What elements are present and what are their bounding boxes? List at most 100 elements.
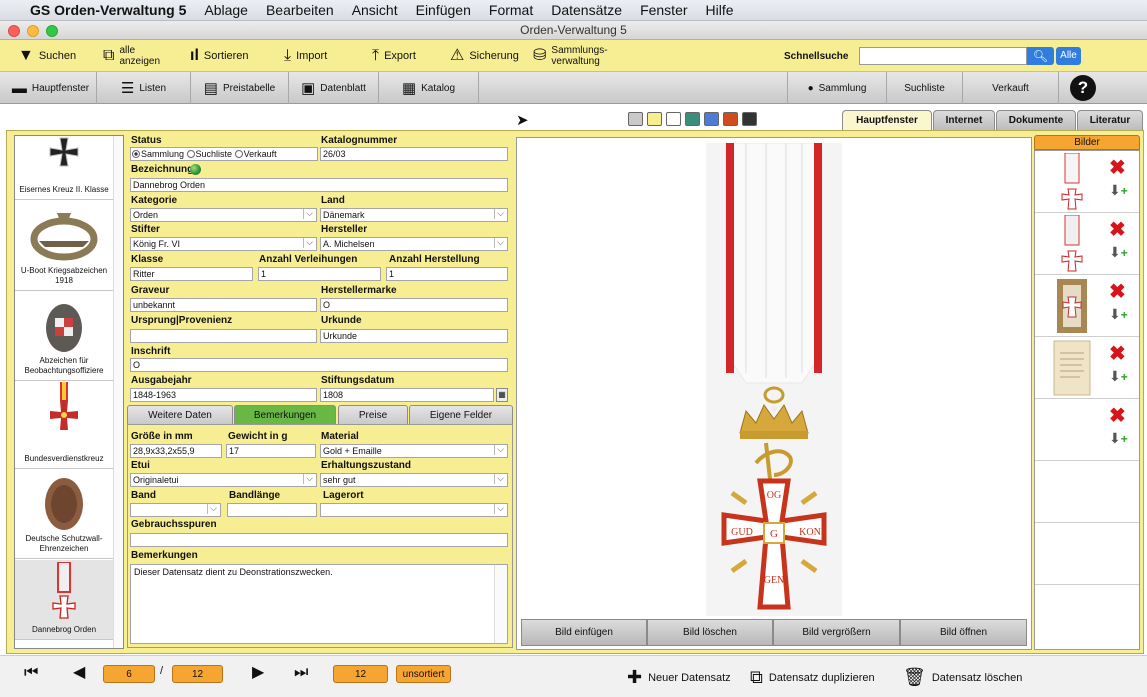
close-window-button[interactable]: [8, 25, 20, 37]
color-swatch-gray[interactable]: [628, 112, 643, 126]
delete-thumbnail-icon[interactable]: ✖: [1109, 158, 1126, 178]
search-button[interactable]: ▼ Suchen: [18, 40, 76, 72]
list-item[interactable]: Eisernes Kreuz II. Klasse: [15, 136, 113, 200]
engraver-field[interactable]: unbekannt: [130, 298, 317, 312]
list-item[interactable]: U-Boot Kriegsabzeichen 1918: [15, 201, 113, 291]
menu-app-name[interactable]: GS Orden-Verwaltung 5: [30, 2, 186, 18]
delete-thumbnail-icon[interactable]: ✖: [1109, 282, 1126, 302]
menu-einfuegen[interactable]: Einfügen: [416, 2, 471, 18]
download-add-icon[interactable]: ⬇+: [1109, 307, 1128, 322]
status-radio-searchlist[interactable]: Suchliste: [186, 149, 232, 159]
delete-image-button[interactable]: Bild löschen: [647, 619, 773, 646]
duplicate-record-button[interactable]: ⧉ Datensatz duplizieren: [750, 667, 875, 688]
collection-management-button[interactable]: ⛁ Sammlungs- verwaltung: [533, 40, 615, 72]
catalog-number-field[interactable]: 26/03: [320, 147, 508, 161]
tab-more-data[interactable]: Weitere Daten: [127, 405, 233, 425]
import-button[interactable]: ⤓ Import: [284, 40, 327, 72]
ribbon-select[interactable]: [130, 503, 221, 517]
all-button[interactable]: Alle: [1056, 47, 1081, 65]
search-icon[interactable]: 🔍︎: [1027, 47, 1054, 65]
maker-select[interactable]: A. Michelsen: [320, 237, 508, 251]
first-record-icon[interactable]: ⏮: [24, 664, 38, 682]
last-record-icon[interactable]: ⏭: [294, 664, 308, 682]
nav-datasheet[interactable]: ▣ Datenblatt: [289, 72, 379, 104]
class-field[interactable]: Ritter: [130, 267, 253, 281]
size-field[interactable]: 28,9x33,2x55,9: [130, 444, 222, 458]
new-record-button[interactable]: ✚ Neuer Datensatz: [627, 667, 731, 688]
show-all-button[interactable]: ⧉ alle anzeigen: [103, 40, 165, 72]
weight-field[interactable]: 17: [226, 444, 316, 458]
color-swatch-blue[interactable]: [704, 112, 719, 126]
status-radio-sold[interactable]: Verkauft: [234, 149, 277, 159]
color-swatch-yellow[interactable]: [647, 112, 662, 126]
calendar-icon[interactable]: ▦: [496, 388, 508, 402]
inscription-field[interactable]: O: [130, 358, 508, 372]
tab-prices[interactable]: Preise: [338, 405, 408, 425]
material-select[interactable]: Gold + Emaille: [320, 444, 508, 458]
record-list-scrollbar[interactable]: [113, 136, 123, 648]
storage-select[interactable]: [320, 503, 508, 517]
list-item-selected[interactable]: Dannebrog Orden: [15, 560, 113, 640]
previous-record-icon[interactable]: ◀: [73, 664, 85, 682]
tab-custom-fields[interactable]: Eigene Felder: [409, 405, 513, 425]
globe-icon[interactable]: [190, 164, 201, 175]
sort-button[interactable]: ıl Sortieren: [190, 40, 249, 72]
menu-fenster[interactable]: Fenster: [640, 2, 687, 18]
delete-record-button[interactable]: 🗑︎ Datensatz löschen: [903, 667, 1022, 688]
download-add-icon[interactable]: ⬇+: [1109, 245, 1128, 260]
list-item[interactable]: Bundesverdienstkreuz: [15, 382, 113, 469]
color-swatch-white[interactable]: [666, 112, 681, 126]
minimize-window-button[interactable]: [27, 25, 39, 37]
sort-status-button[interactable]: unsortiert: [396, 665, 451, 683]
download-add-icon[interactable]: ⬇+: [1109, 369, 1128, 384]
menu-ablage[interactable]: Ablage: [204, 2, 248, 18]
condition-select[interactable]: sehr gut: [320, 473, 508, 487]
thumbnail-item[interactable]: ✖ ⬇+: [1035, 151, 1139, 213]
nav-pricetable[interactable]: ▤ Preistabelle: [191, 72, 289, 104]
list-item[interactable]: Abzeichen für Beobachtungsoffiziere: [15, 292, 113, 381]
case-select[interactable]: Originaletui: [130, 473, 317, 487]
quicksearch-input[interactable]: [859, 47, 1027, 65]
color-swatch-red[interactable]: [723, 112, 738, 126]
color-swatch-black[interactable]: [742, 112, 757, 126]
founder-select[interactable]: König Fr. VI: [130, 237, 317, 251]
remarks-textarea[interactable]: Dieser Datensatz dient zu Deonstrationsz…: [130, 564, 508, 644]
backup-button[interactable]: ⚠ Sicherung: [450, 40, 519, 72]
tab-remarks[interactable]: Bemerkungen: [234, 405, 336, 425]
color-swatch-green[interactable]: [685, 112, 700, 126]
download-add-icon[interactable]: ⬇+: [1109, 183, 1128, 198]
thumbnail-item[interactable]: ✖ ⬇+: [1035, 275, 1139, 337]
ribbon-length-field[interactable]: [227, 503, 317, 517]
next-record-icon[interactable]: ▶: [252, 664, 264, 682]
makermark-field[interactable]: O: [320, 298, 508, 312]
help-icon[interactable]: ?: [1070, 75, 1096, 101]
country-select[interactable]: Dänemark: [320, 208, 508, 222]
nav-sold[interactable]: Verkauft: [963, 72, 1059, 104]
tab-main-window[interactable]: Hauptfenster: [842, 110, 932, 130]
nav-main-window[interactable]: ▬ Hauptfenster: [5, 72, 97, 104]
remarks-scrollbar[interactable]: [494, 565, 507, 643]
zoom-window-button[interactable]: [46, 25, 58, 37]
issue-year-field[interactable]: 1848-1963: [130, 388, 317, 402]
thumbnail-item[interactable]: ✖ ⬇+: [1035, 213, 1139, 275]
delete-thumbnail-icon[interactable]: ✖: [1109, 406, 1126, 426]
category-select[interactable]: Orden: [130, 208, 317, 222]
tab-literature[interactable]: Literatur: [1077, 110, 1143, 130]
nav-lists[interactable]: ☰ Listen: [97, 72, 191, 104]
current-record-field[interactable]: 6: [103, 665, 155, 683]
delete-thumbnail-icon[interactable]: ✖: [1109, 344, 1126, 364]
nav-catalog[interactable]: ▦ Katalog: [379, 72, 479, 104]
enlarge-image-button[interactable]: Bild vergrößern: [773, 619, 900, 646]
menu-format[interactable]: Format: [489, 2, 533, 18]
status-radio-collection[interactable]: Sammlung: [132, 149, 184, 159]
export-button[interactable]: ⤒ Export: [372, 40, 416, 72]
name-field[interactable]: Dannebrog Orden: [130, 178, 508, 192]
thumbnail-item[interactable]: ✖ ⬇+: [1035, 337, 1139, 399]
list-item[interactable]: Deutsche Schutzwall-Ehrenzeichen: [15, 470, 113, 559]
certificate-field[interactable]: Urkunde: [320, 329, 508, 343]
wear-field[interactable]: [130, 533, 508, 547]
nav-searchlist[interactable]: Suchliste: [887, 72, 963, 104]
menu-ansicht[interactable]: Ansicht: [352, 2, 398, 18]
insert-image-button[interactable]: Bild einfügen: [521, 619, 647, 646]
production-count-field[interactable]: 1: [386, 267, 508, 281]
